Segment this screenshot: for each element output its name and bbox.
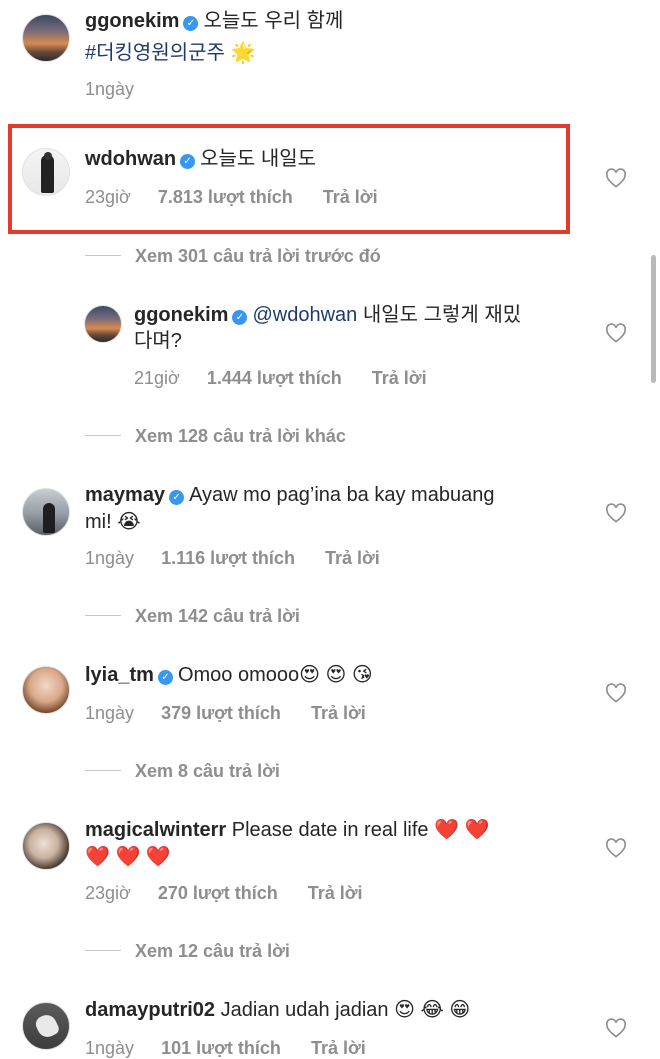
username-link[interactable]: wdohwan xyxy=(85,148,176,170)
comment-body: Omoo omooo😍 😍 😘 xyxy=(177,664,373,686)
comment-body: Please date in real life ❤️ ❤️ xyxy=(231,819,490,841)
reply-body: 내일도 그렇게 재밌 xyxy=(362,304,522,326)
comment-meta: 1ngày 379 lượt thích Trả lời xyxy=(85,703,366,724)
username-link[interactable]: ggonekim xyxy=(134,304,228,326)
heart-outline-icon[interactable] xyxy=(605,168,627,188)
comment-time: 23giờ xyxy=(85,883,131,903)
comment-meta: 23giờ 270 lượt thích Trả lời xyxy=(85,883,363,904)
username-link[interactable]: lyia_tm xyxy=(85,664,154,686)
avatar[interactable] xyxy=(22,488,70,536)
reply-button[interactable]: Trả lời xyxy=(311,703,366,723)
avatar[interactable] xyxy=(22,14,70,62)
comment-meta: 1ngày 101 lượt thích Trả lời xyxy=(85,1038,366,1059)
comment-time: 1ngày xyxy=(85,548,135,568)
comment-time: 1ngày xyxy=(85,79,135,99)
view-more-replies[interactable]: Xem 12 câu trả lời xyxy=(85,941,290,962)
comment-text-line2: mi! 😭 xyxy=(85,511,141,533)
comment-meta: 1ngày 1.116 lượt thích Trả lời xyxy=(85,548,380,569)
reply-button[interactable]: Trả lời xyxy=(325,548,380,568)
reply-button[interactable]: Trả lời xyxy=(311,1038,366,1058)
comment-text-line2: ❤️ ❤️ ❤️ xyxy=(85,846,171,868)
comment-text-line2: #더킹영원의군주 🌟 xyxy=(85,40,255,66)
comment-body: Ayaw mo pag’ina ba kay mabuang xyxy=(189,484,495,506)
reply-meta: 21giờ 1.444 lượt thích Trả lời xyxy=(134,368,427,389)
reply-button[interactable]: Trả lời xyxy=(372,368,427,388)
verified-badge-icon: ✓ xyxy=(183,16,199,31)
heart-outline-icon[interactable] xyxy=(605,503,627,523)
view-more-replies[interactable]: Xem 128 câu trả lời khác xyxy=(85,426,346,447)
heart-outline-icon[interactable] xyxy=(605,838,627,858)
hashtag-link[interactable]: #더킹영원의군주 xyxy=(85,42,225,64)
comment-text: lyia_tm ✓ Omoo omooo😍 😍 😘 xyxy=(85,662,373,688)
reply-text-line2: 다며? xyxy=(134,330,182,352)
username-link[interactable]: ggonekim xyxy=(85,10,179,32)
like-count[interactable]: 1.444 lượt thích xyxy=(207,368,342,388)
comment-meta: 23giờ 7.813 lượt thích Trả lời xyxy=(85,187,378,208)
like-count[interactable]: 7.813 lượt thích xyxy=(158,187,293,207)
verified-badge-icon: ✓ xyxy=(180,154,196,169)
star-emoji: 🌟 xyxy=(230,42,256,64)
comment-meta: 1ngày xyxy=(85,79,134,100)
mention-link[interactable]: @wdohwan xyxy=(252,304,357,326)
comment-text: ggonekim ✓ 오늘도 우리 함께 xyxy=(85,8,343,34)
verified-badge-icon: ✓ xyxy=(232,310,248,325)
avatar[interactable] xyxy=(22,148,70,196)
comment-time: 1ngày xyxy=(85,703,135,723)
comment-body: 오늘도 우리 함께 xyxy=(203,10,344,32)
highlight-box xyxy=(8,124,570,234)
avatar[interactable] xyxy=(22,666,70,714)
reply-button[interactable]: Trả lời xyxy=(308,883,363,903)
reply-time: 21giờ xyxy=(134,368,180,388)
verified-badge-icon: ✓ xyxy=(157,670,173,685)
heart-outline-icon[interactable] xyxy=(605,323,627,343)
like-count[interactable]: 270 lượt thích xyxy=(158,883,278,903)
verified-badge-icon: ✓ xyxy=(169,490,185,505)
like-count[interactable]: 1.116 lượt thích xyxy=(161,548,295,568)
username-link[interactable]: maymay xyxy=(85,484,165,506)
comment-body: 오늘도 내일도 xyxy=(200,148,317,170)
scrollbar[interactable] xyxy=(651,255,656,383)
reply-text: ggonekim ✓ @wdohwan 내일도 그렇게 재밌 xyxy=(134,302,521,328)
like-count[interactable]: 379 lượt thích xyxy=(161,703,281,723)
comment-time: 1ngày xyxy=(85,1038,135,1058)
view-more-replies[interactable]: Xem 142 câu trả lời xyxy=(85,606,300,627)
comment-text: damayputri02 Jadian udah jadian 😍 😂 😁 xyxy=(85,997,470,1023)
comment-time: 23giờ xyxy=(85,187,131,207)
view-more-replies[interactable]: Xem 8 câu trả lời xyxy=(85,761,280,782)
heart-outline-icon[interactable] xyxy=(605,683,627,703)
username-link[interactable]: damayputri02 xyxy=(85,999,215,1021)
view-more-replies[interactable]: Xem 301 câu trả lời trước đó xyxy=(85,246,381,267)
username-link[interactable]: magicalwinterr xyxy=(85,819,226,841)
comment-text: maymay ✓ Ayaw mo pag’ina ba kay mabuang xyxy=(85,482,494,508)
avatar[interactable] xyxy=(84,305,122,343)
comment-body: Jadian udah jadian 😍 😂 😁 xyxy=(220,999,471,1021)
like-count[interactable]: 101 lượt thích xyxy=(161,1038,281,1058)
comment-text: magicalwinterr Please date in real life … xyxy=(85,817,489,843)
avatar[interactable] xyxy=(22,1002,70,1050)
avatar[interactable] xyxy=(22,822,70,870)
heart-outline-icon[interactable] xyxy=(605,1018,627,1038)
comment-text: wdohwan ✓ 오늘도 내일도 xyxy=(85,146,316,172)
reply-button[interactable]: Trả lời xyxy=(323,187,378,207)
